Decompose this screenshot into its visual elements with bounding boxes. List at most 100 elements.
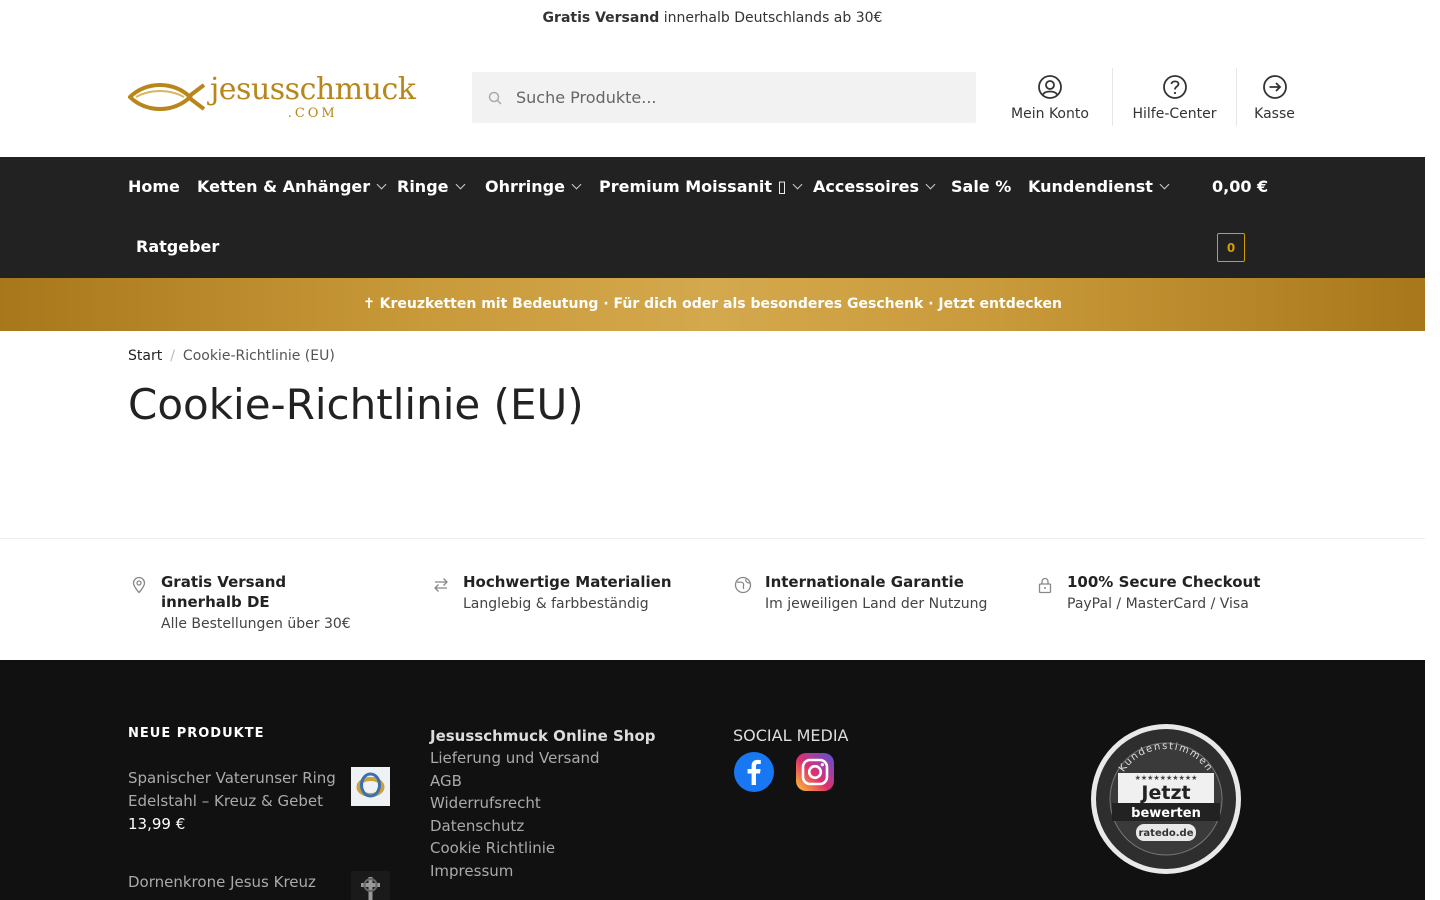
logo-text: jesusschmuck .COM	[210, 71, 416, 121]
nav-item-moissanite[interactable]: Premium Moissanit ▯	[599, 177, 803, 197]
nav-label: Ringe	[397, 177, 449, 196]
site-footer: NEUE PRODUKTE Spanischer Vaterunser Ring…	[0, 660, 1425, 900]
nav-label: Accessoires	[813, 177, 919, 196]
nav-label: Ketten & Anhänger	[197, 177, 371, 196]
site-logo[interactable]: jesusschmuck .COM	[128, 66, 423, 128]
usp-subtitle: Langlebig & farbbeständig	[463, 596, 649, 612]
logo-word: jesusschmuck	[210, 71, 416, 107]
rating-badge[interactable]: Kundenstimmen ★★★★★★★★★★ Jetzt bewerten …	[1090, 723, 1242, 875]
social-icons	[733, 751, 855, 793]
swap-arrows-icon	[434, 578, 448, 592]
cross-product-thumbnail[interactable]	[351, 871, 390, 900]
ring-product-thumbnail[interactable]	[351, 767, 390, 806]
chevron-down-icon	[571, 179, 582, 190]
logo-domain: .COM	[287, 105, 338, 121]
usp-item: Gratis Versand innerhalb DE Alle Bestell…	[130, 572, 370, 634]
help-center-label: Hilfe-Center	[1132, 106, 1217, 122]
nav-label: Home	[128, 177, 180, 196]
footer-link-imprint[interactable]: Impressum	[430, 860, 656, 883]
nav-item-chains[interactable]: Ketten & Anhänger	[197, 177, 387, 197]
site-header: jesusschmuck .COM Mein Konto Hilfe-Ce	[0, 36, 1425, 157]
footer-link-withdrawal[interactable]: Widerrufsrecht	[430, 792, 656, 815]
search-input[interactable]	[516, 88, 956, 107]
lock-icon	[1038, 577, 1052, 594]
footer-link-shipping[interactable]: Lieferung und Versand	[430, 747, 656, 770]
footer-link-cookies[interactable]: Cookie Richtlinie	[430, 837, 656, 860]
nav-item-earrings[interactable]: Ohrringe	[485, 177, 582, 197]
ichthys-fish-icon	[128, 83, 206, 111]
breadcrumb-separator: /	[170, 348, 175, 364]
nav-item-customer-service[interactable]: Kundendienst	[1028, 177, 1170, 197]
checkout-label: Kasse	[1254, 106, 1295, 122]
shop-heading-link[interactable]: Jesusschmuck Online Shop	[430, 725, 656, 747]
usp-title: Hochwertige Materialien	[463, 573, 672, 591]
cart-count-icon[interactable]: 0	[1217, 233, 1245, 262]
usp-item: Internationale Garantie Im jeweiligen La…	[734, 572, 1004, 614]
page-title: Cookie-Richtlinie (EU)	[128, 380, 584, 429]
header-links: Mein Konto Hilfe-Center Kasse	[988, 68, 1312, 126]
topbar-text: innerhalb Deutschlands ab 30€	[659, 10, 883, 26]
main-navigation: Home Ketten & Anhänger Ringe Ohrringe Pr…	[0, 157, 1425, 278]
chevron-down-icon	[455, 179, 465, 190]
location-pin-icon	[132, 576, 146, 594]
arrow-circle-icon	[1262, 75, 1287, 99]
footer-link-privacy[interactable]: Datenschutz	[430, 815, 656, 838]
top-announcement-bar: Gratis Versand innerhalb Deutschlands ab…	[0, 0, 1425, 36]
user-circle-icon	[1038, 75, 1062, 99]
facebook-icon[interactable]	[733, 751, 775, 793]
usp-item: Hochwertige Materialien Langlebig & farb…	[432, 572, 702, 614]
product-name[interactable]: Dornenkrone Jesus Kreuz	[128, 871, 316, 894]
nav-label: Sale %	[951, 177, 1012, 196]
search-icon	[488, 91, 502, 105]
chevron-down-icon	[376, 179, 387, 190]
badge-brand: ratedo.de	[1138, 828, 1193, 839]
usp-bar: Gratis Versand innerhalb DE Alle Bestell…	[0, 538, 1425, 660]
product-price: 13,99 €	[128, 815, 186, 833]
nav-item-accessories[interactable]: Accessoires	[813, 177, 936, 197]
product-item[interactable]: Dornenkrone Jesus Kreuz	[128, 871, 390, 900]
checkout-link[interactable]: Kasse	[1236, 68, 1312, 126]
breadcrumb-home[interactable]: Start	[128, 348, 162, 364]
globe-icon	[734, 576, 752, 594]
chevron-down-icon	[925, 179, 936, 190]
nav-label: Ohrringe	[485, 177, 565, 196]
nav-item-home[interactable]: Home	[128, 177, 180, 197]
badge-line2: bewerten	[1131, 806, 1201, 821]
footer-social: SOCIAL MEDIA	[733, 726, 855, 793]
chevron-down-icon	[1159, 179, 1170, 190]
my-account-link[interactable]: Mein Konto	[988, 68, 1112, 126]
social-heading: SOCIAL MEDIA	[733, 726, 849, 745]
nav-label: Kundendienst	[1028, 177, 1153, 196]
cart-total[interactable]: 0,00 €	[1212, 177, 1268, 196]
product-item[interactable]: Spanischer Vaterunser Ring Edelstahl – K…	[128, 767, 390, 835]
usp-subtitle: PayPal / MasterCard / Visa	[1067, 596, 1249, 612]
badge-stars: ★★★★★★★★★★	[1135, 774, 1198, 782]
new-products-heading: NEUE PRODUKTE	[128, 726, 265, 741]
breadcrumb-current: Cookie-Richtlinie (EU)	[182, 348, 335, 364]
help-center-link[interactable]: Hilfe-Center	[1112, 68, 1236, 126]
nav-item-sale[interactable]: Sale %	[951, 177, 1011, 197]
usp-subtitle: Alle Bestellungen über 30€	[161, 616, 351, 632]
product-search[interactable]	[472, 72, 976, 123]
chevron-down-icon	[792, 179, 803, 190]
product-name[interactable]: Spanischer Vaterunser Ring Edelstahl – K…	[128, 767, 351, 813]
footer-link-terms[interactable]: AGB	[430, 770, 656, 793]
footer-shop-links: Jesusschmuck Online Shop Lieferung und V…	[430, 725, 656, 882]
breadcrumb: Start / Cookie-Richtlinie (EU)	[128, 348, 335, 364]
usp-title: Gratis Versand innerhalb DE	[161, 573, 287, 611]
instagram-icon[interactable]	[794, 751, 836, 793]
footer-new-products: NEUE PRODUKTE Spanischer Vaterunser Ring…	[128, 726, 390, 900]
nav-label: Ratgeber	[136, 237, 220, 256]
nav-label: Premium Moissanit ▯	[599, 177, 787, 196]
usp-item: 100% Secure Checkout PayPal / MasterCard…	[1036, 572, 1306, 614]
nav-item-rings[interactable]: Ringe	[397, 177, 465, 197]
usp-title: 100% Secure Checkout	[1067, 573, 1261, 591]
help-circle-icon	[1162, 75, 1187, 99]
my-account-label: Mein Konto	[1011, 106, 1089, 122]
nav-item-guide[interactable]: Ratgeber	[136, 237, 219, 257]
topbar-bold-text: Gratis Versand	[542, 10, 660, 26]
usp-subtitle: Im jeweiligen Land der Nutzung	[765, 596, 988, 612]
promo-banner[interactable]: ✝ Kreuzketten mit Bedeutung · Für dich o…	[0, 278, 1425, 331]
badge-line1: Jetzt	[1139, 782, 1190, 804]
usp-title: Internationale Garantie	[765, 573, 964, 591]
